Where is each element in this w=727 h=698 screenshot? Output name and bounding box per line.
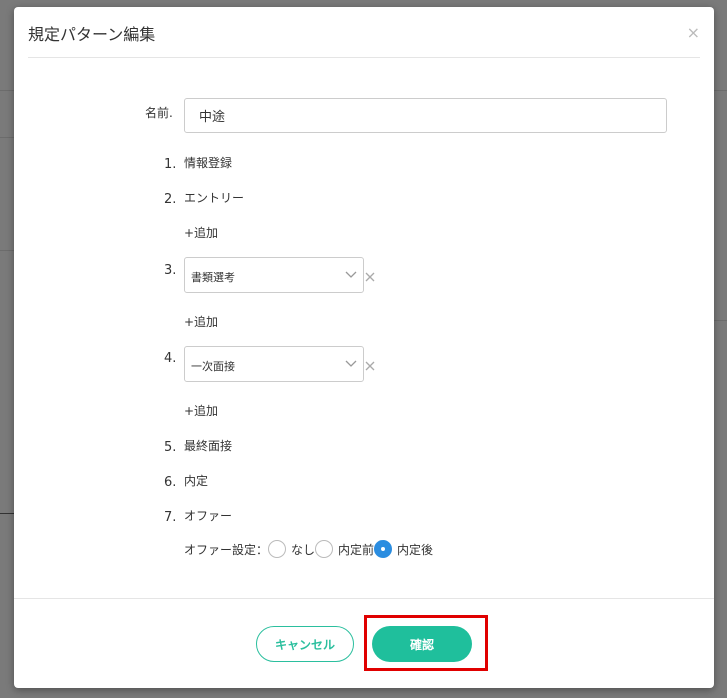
- step-label: エントリー: [184, 191, 245, 205]
- modal-header: 規定パターン編集 ×: [28, 7, 700, 58]
- remove-step-icon[interactable]: [364, 360, 376, 372]
- remove-step-icon[interactable]: [364, 271, 376, 283]
- add-step-link[interactable]: +追加: [184, 313, 218, 330]
- modal-title: 規定パターン編集: [28, 25, 156, 44]
- step-number: 4.: [164, 351, 177, 366]
- radio-after-offer-label[interactable]: 内定後: [397, 541, 433, 558]
- step-select-value: 一次面接: [191, 360, 235, 373]
- cancel-button[interactable]: キャンセル: [256, 626, 354, 662]
- pattern-edit-modal: 規定パターン編集 × 名前. 1. 情報登録 2. エントリー +追加 3. 書…: [14, 7, 714, 688]
- step-select-value: 書類選考: [191, 271, 235, 284]
- name-input[interactable]: [184, 98, 667, 133]
- footer-divider: [14, 598, 714, 599]
- chevron-down-icon: [345, 271, 357, 278]
- step-number: 1.: [164, 157, 177, 172]
- step-number: 2.: [164, 192, 177, 207]
- radio-none-label[interactable]: なし: [291, 541, 315, 558]
- step-label: 内定: [184, 474, 209, 488]
- step-label: オファー: [184, 509, 233, 523]
- offer-setting-label: オファー設定：: [184, 542, 269, 557]
- step-number: 3.: [164, 263, 177, 278]
- step-select[interactable]: 一次面接: [184, 346, 364, 382]
- confirm-button[interactable]: 確認: [372, 626, 472, 662]
- chevron-down-icon: [345, 360, 357, 367]
- step-label: 情報登録: [184, 156, 233, 170]
- add-step-link[interactable]: +追加: [184, 402, 218, 419]
- radio-after-offer[interactable]: [374, 540, 393, 558]
- step-number: 7.: [164, 510, 177, 525]
- radio-before-offer-label[interactable]: 内定前: [338, 541, 374, 558]
- step-number: 5.: [164, 440, 177, 455]
- name-label: 名前.: [145, 106, 173, 120]
- close-icon[interactable]: ×: [687, 25, 700, 41]
- step-select[interactable]: 書類選考: [184, 257, 364, 293]
- radio-before-offer[interactable]: [315, 540, 334, 558]
- radio-none[interactable]: [268, 540, 287, 558]
- add-step-link[interactable]: +追加: [184, 224, 218, 241]
- step-label: 最終面接: [184, 439, 233, 453]
- step-number: 6.: [164, 475, 177, 490]
- offer-setting-row: オファー設定： なし 内定前 内定後: [184, 539, 433, 559]
